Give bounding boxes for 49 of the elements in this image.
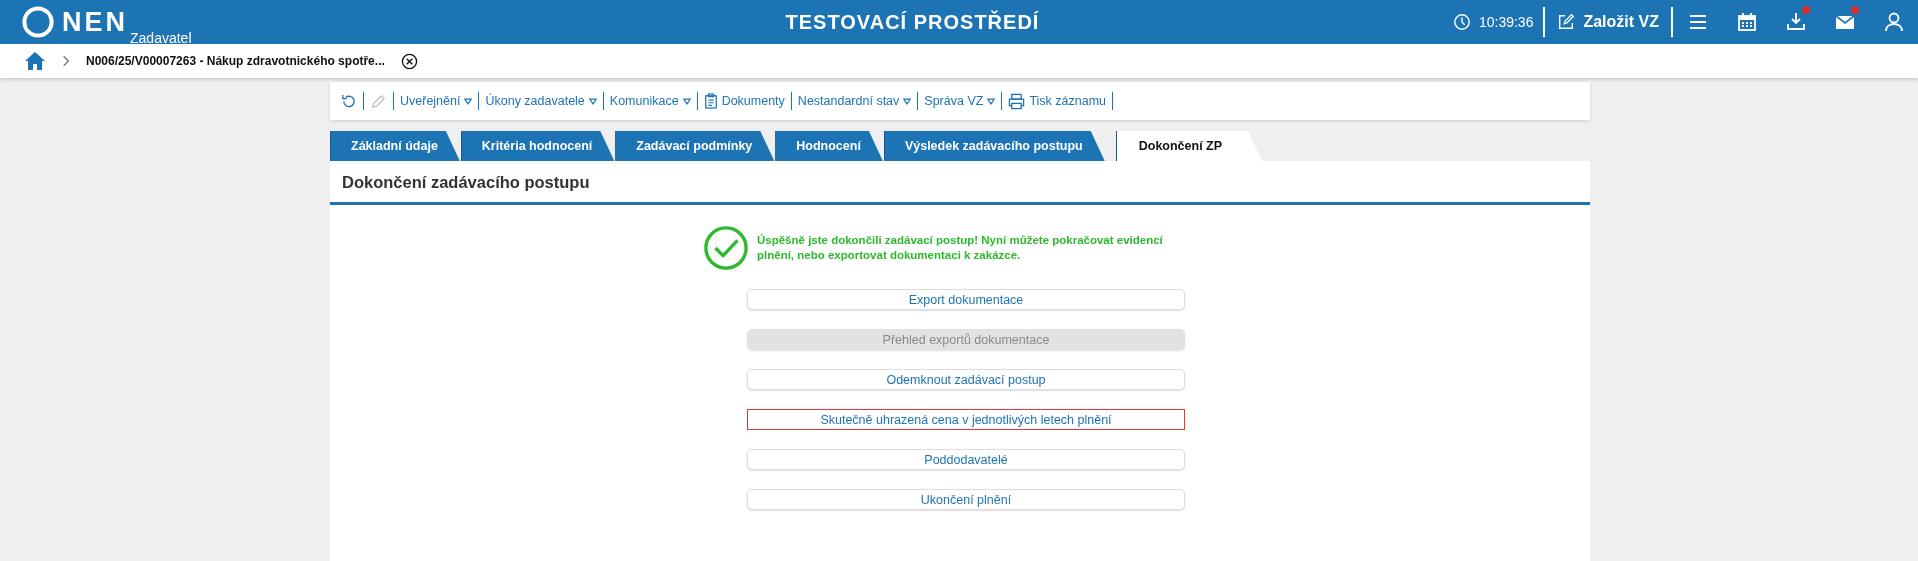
tab[interactable]: Hodnocení: [775, 131, 883, 161]
clipboard-icon: [703, 93, 718, 109]
chevron-icon: [62, 55, 70, 67]
clock-time: 10:39:36: [1478, 14, 1534, 30]
caret-icon: [588, 97, 597, 105]
pencil-icon: [370, 92, 387, 110]
calendar-icon: [1735, 11, 1758, 33]
action-button[interactable]: Ukončení plnění: [747, 489, 1185, 510]
tab[interactable]: Výsledek zadávacího postupu: [883, 131, 1105, 161]
action-button[interactable]: Poddodavatelé: [747, 449, 1185, 470]
edit-icon: [1557, 13, 1576, 31]
printer-icon: [1008, 92, 1026, 110]
refresh-icon: [340, 92, 357, 110]
caret-icon: [682, 97, 691, 105]
tab[interactable]: Dokončení ZP: [1115, 131, 1263, 161]
caret-icon: [903, 97, 912, 105]
menu-dropdown[interactable]: Správa VZ: [920, 94, 1000, 108]
logo-icon: [22, 6, 54, 38]
check-circle-icon: [703, 225, 749, 271]
user-icon: [1882, 11, 1905, 33]
menu-dropdown[interactable]: Komunikace: [605, 94, 695, 108]
menu-dropdown[interactable]: Úkony zadavatele: [481, 94, 601, 108]
action-button[interactable]: Odemknout zadávací postup: [747, 369, 1185, 390]
close-button[interactable]: [400, 52, 418, 70]
tab[interactable]: Kritéria hodnocení: [460, 131, 615, 161]
notification-dot: [1802, 6, 1810, 14]
home-icon: [24, 51, 46, 71]
print-button[interactable]: Tisk záznamu: [1004, 92, 1111, 110]
home-button[interactable]: [24, 51, 46, 71]
action-button[interactable]: Export dokumentace: [747, 289, 1185, 310]
action-button[interactable]: Skutečně uhrazená cena v jednotlivých letech plnění: [747, 409, 1185, 430]
breadcrumb-item[interactable]: N006/25/V00007263 - Nákup zdravotnického spotře...: [86, 54, 385, 68]
caret-icon: [464, 97, 473, 105]
logo-text: NEN: [62, 6, 128, 38]
create-button[interactable]: Založit VZ: [1545, 13, 1671, 31]
documents-button[interactable]: Dokumenty: [699, 93, 789, 109]
success-message: Úspěšně jste dokončili zadávací postup! Nyní můžete pokračovat evidencí plnění, nebo exportovat dokumentaci k zakázce.: [757, 233, 1164, 263]
close-icon: [400, 52, 418, 70]
tab[interactable]: Základní údaje: [330, 131, 460, 161]
environment-title: TESTOVACÍ PROSTŘEDÍ: [784, 10, 1041, 34]
menu-dropdown[interactable]: Nestandardní stav: [793, 94, 916, 108]
download-icon: [1784, 11, 1807, 33]
notification-dot: [1851, 6, 1859, 14]
caret-icon: [987, 97, 996, 105]
app-subtitle: Zadavatel: [130, 30, 192, 46]
tab[interactable]: Zadávací podmínky: [615, 131, 775, 161]
clock-icon: [1452, 13, 1471, 31]
section-title: Dokončení zadávacího postupu: [330, 161, 1590, 205]
menu-dropdown[interactable]: Uveřejnění: [396, 94, 477, 108]
